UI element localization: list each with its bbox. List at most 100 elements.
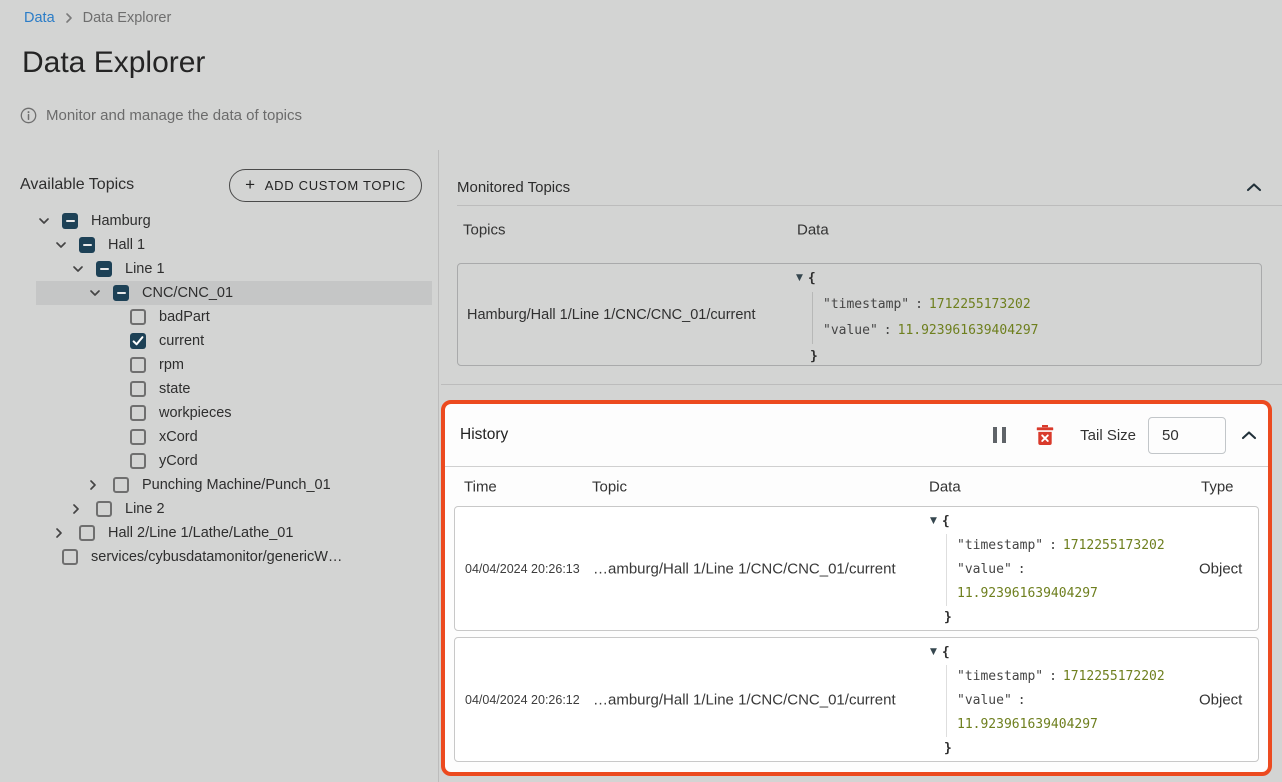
tree-item-label[interactable]: Hamburg [91, 213, 151, 229]
tree-item-label[interactable]: Hall 2/Line 1/Lathe/Lathe_01 [108, 525, 293, 541]
tree-item-line-2[interactable]: Line 2 [20, 497, 432, 521]
checkbox-unchecked[interactable] [130, 309, 146, 325]
chevron-right-icon[interactable] [72, 503, 96, 515]
tree-item-label[interactable]: CNC/CNC_01 [142, 285, 233, 301]
tree-item-label[interactable]: badPart [159, 309, 210, 325]
checkbox-unchecked[interactable] [113, 477, 129, 493]
tree-item-label[interactable]: workpieces [159, 405, 232, 421]
tree-item-line-1[interactable]: Line 1 [20, 257, 432, 281]
breadcrumb: Data Data Explorer [24, 10, 171, 26]
json-viewer: ▼{ "timestamp":1712255172202 "value":11.… [930, 640, 1165, 761]
checkbox-unchecked[interactable] [130, 429, 146, 445]
collapse-triangle-icon[interactable]: ▼ [930, 640, 937, 664]
column-header-type: Type [1201, 478, 1234, 495]
tree-item-current[interactable]: current [20, 329, 432, 353]
breadcrumb-link-data[interactable]: Data [24, 10, 55, 26]
json-key: "value" [957, 693, 1012, 708]
checkbox-unchecked[interactable] [130, 405, 146, 421]
tree-item-label[interactable]: current [159, 333, 204, 349]
checkbox-checked[interactable] [130, 333, 146, 349]
panel-divider [438, 150, 439, 782]
checkbox-unchecked[interactable] [130, 357, 146, 373]
checkbox-indeterminate[interactable] [113, 285, 129, 301]
checkbox-unchecked[interactable] [62, 549, 78, 565]
collapse-chevron-up-icon[interactable] [1241, 431, 1257, 440]
tree-item-label[interactable]: Line 2 [125, 501, 165, 517]
topic-tree: Hamburg Hall 1 Line 1 CNC/CNC_01 badPart… [20, 209, 432, 569]
tree-item-punching-machine[interactable]: Punching Machine/Punch_01 [20, 473, 432, 497]
checkbox-indeterminate[interactable] [79, 237, 95, 253]
json-viewer: ▼{ "timestamp":1712255173202 "value":11.… [796, 265, 1039, 370]
json-close-brace: } [810, 349, 818, 364]
tree-item-badpart[interactable]: badPart [20, 305, 432, 329]
tree-item-cnc-cnc-01[interactable]: CNC/CNC_01 [20, 281, 432, 305]
tree-item-services[interactable]: services/cybusdatamonitor/genericW… [20, 545, 432, 569]
clear-history-trash-icon[interactable] [1034, 423, 1056, 447]
add-custom-topic-button[interactable]: + ADD CUSTOM TOPIC [229, 169, 422, 202]
checkbox-unchecked[interactable] [79, 525, 95, 541]
collapse-triangle-icon[interactable]: ▼ [796, 265, 803, 291]
plus-icon: + [245, 175, 256, 195]
checkbox-indeterminate[interactable] [62, 213, 78, 229]
chevron-down-icon[interactable] [55, 241, 79, 249]
history-section: History Tail Size Time Topic Data Type [441, 400, 1272, 776]
history-row: 04/04/2024 20:26:12 …amburg/Hall 1/Line … [454, 637, 1259, 762]
history-row: 04/04/2024 20:26:13 …amburg/Hall 1/Line … [454, 506, 1259, 631]
pause-button[interactable] [991, 425, 1008, 445]
column-header-data: Data [929, 478, 961, 495]
json-colon: : [884, 323, 892, 338]
tree-item-state[interactable]: state [20, 377, 432, 401]
json-viewer: ▼{ "timestamp":1712255173202 "value":11.… [930, 509, 1165, 630]
tree-item-label[interactable]: services/cybusdatamonitor/genericW… [91, 549, 342, 565]
tree-item-workpieces[interactable]: workpieces [20, 401, 432, 425]
json-colon: : [1018, 693, 1026, 708]
tree-item-rpm[interactable]: rpm [20, 353, 432, 377]
checkbox-indeterminate[interactable] [96, 261, 112, 277]
json-key: "timestamp" [957, 669, 1043, 684]
column-header-data: Data [797, 222, 829, 239]
column-header-topics: Topics [463, 222, 506, 239]
history-title: History [460, 426, 991, 444]
tree-item-hamburg[interactable]: Hamburg [20, 209, 432, 233]
collapse-chevron-up-icon[interactable] [1246, 183, 1262, 192]
chevron-down-icon[interactable] [72, 265, 96, 273]
chevron-right-icon [65, 12, 73, 24]
json-key: "timestamp" [957, 538, 1043, 553]
tree-item-label[interactable]: Hall 1 [108, 237, 145, 253]
json-colon: : [1018, 562, 1026, 577]
chevron-right-icon[interactable] [55, 527, 79, 539]
tree-item-label[interactable]: Punching Machine/Punch_01 [142, 477, 331, 493]
tree-item-label[interactable]: Line 1 [125, 261, 165, 277]
tree-item-hall-2-lathe[interactable]: Hall 2/Line 1/Lathe/Lathe_01 [20, 521, 432, 545]
checkbox-unchecked[interactable] [96, 501, 112, 517]
tree-item-hall-1[interactable]: Hall 1 [20, 233, 432, 257]
checkbox-unchecked[interactable] [130, 453, 146, 469]
json-value: 1712255173202 [1063, 538, 1165, 553]
json-value: 1712255172202 [1063, 669, 1165, 684]
chevron-right-icon[interactable] [89, 479, 113, 491]
json-value: 1712255173202 [929, 297, 1031, 312]
chevron-down-icon[interactable] [38, 217, 62, 225]
tree-item-label[interactable]: rpm [159, 357, 184, 373]
tree-item-label[interactable]: state [159, 381, 190, 397]
tail-size-input[interactable] [1148, 417, 1226, 454]
monitored-topics-title: Monitored Topics [457, 179, 570, 196]
json-colon: : [915, 297, 923, 312]
monitored-topics-section: Monitored Topics Topics Data Hamburg/Hal… [457, 170, 1282, 366]
json-value: 11.923961639404297 [957, 713, 1165, 737]
history-topic: …amburg/Hall 1/Line 1/CNC/CNC_01/current [593, 691, 896, 708]
chevron-down-icon[interactable] [89, 289, 113, 297]
tree-item-label[interactable]: xCord [159, 429, 198, 445]
tree-item-label[interactable]: yCord [159, 453, 198, 469]
json-open-brace: { [808, 271, 816, 286]
tree-item-xcord[interactable]: xCord [20, 425, 432, 449]
json-value: 11.923961639404297 [957, 582, 1165, 606]
tree-item-ycord[interactable]: yCord [20, 449, 432, 473]
history-topic: …amburg/Hall 1/Line 1/CNC/CNC_01/current [593, 560, 896, 577]
json-value: 11.923961639404297 [898, 323, 1039, 338]
collapse-triangle-icon[interactable]: ▼ [930, 509, 937, 533]
history-time: 04/04/2024 20:26:13 [465, 562, 580, 576]
page-subtitle: Monitor and manage the data of topics [20, 107, 302, 124]
checkbox-unchecked[interactable] [130, 381, 146, 397]
json-key: "timestamp" [823, 297, 909, 312]
